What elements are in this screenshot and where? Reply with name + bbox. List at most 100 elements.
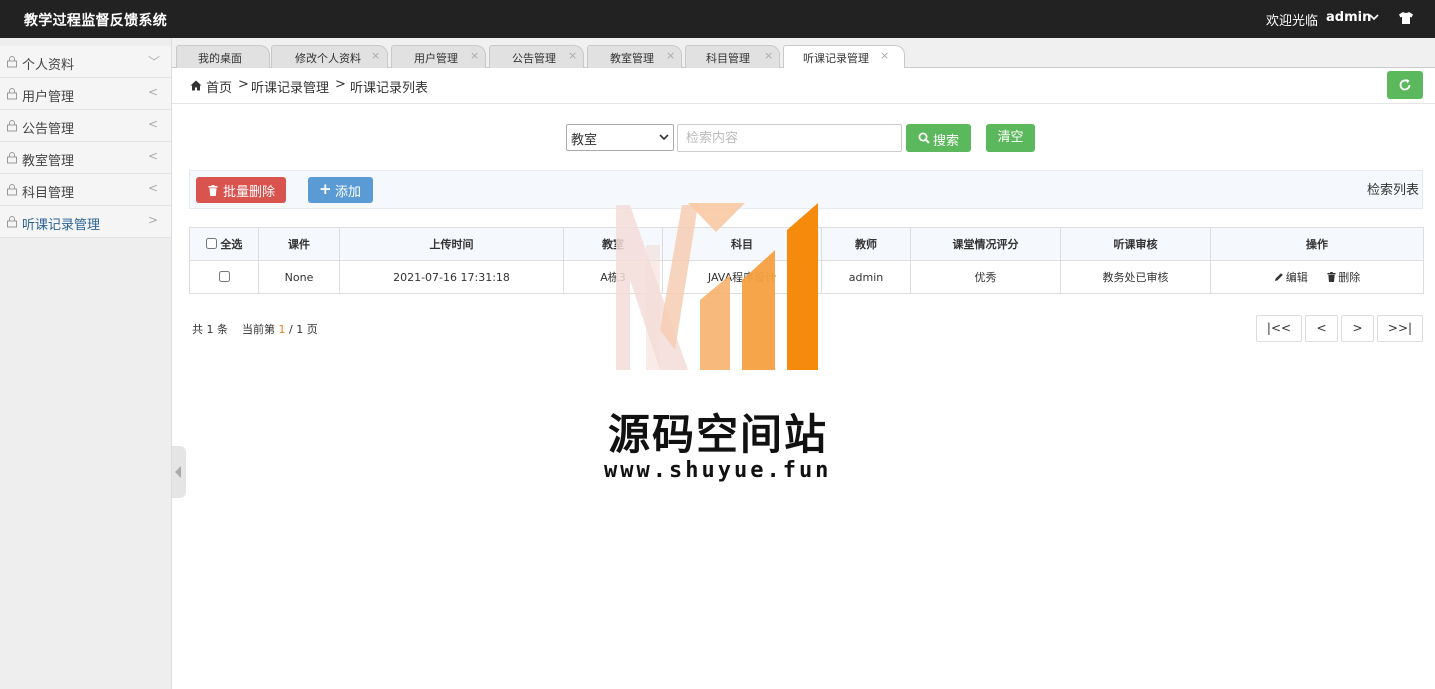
- theme-shirt-icon[interactable]: [1398, 11, 1414, 25]
- lock-icon: [7, 216, 17, 228]
- close-icon[interactable]: ×: [666, 49, 675, 62]
- sidebar-item-users[interactable]: 用户管理 <: [0, 78, 171, 110]
- welcome-text: 欢迎光临: [1266, 14, 1319, 29]
- sidebar-item-profile[interactable]: 个人资料 ﹀: [0, 46, 171, 78]
- last-page-button[interactable]: >>|: [1377, 315, 1423, 342]
- select-all-label: 全选: [220, 238, 243, 251]
- close-icon[interactable]: ×: [568, 49, 577, 62]
- search-input[interactable]: [677, 124, 902, 152]
- plus-icon: +: [319, 180, 332, 198]
- trash-icon: [1327, 272, 1336, 282]
- tab-label: 公告管理: [512, 52, 556, 65]
- breadcrumb-level1[interactable]: 听课记录管理: [251, 77, 329, 96]
- search-button-label: 搜索: [933, 134, 960, 149]
- select-all-checkbox[interactable]: [205, 238, 217, 249]
- sidebar-item-label: 用户管理: [22, 90, 75, 105]
- lock-icon: [7, 88, 17, 100]
- search-icon: [918, 132, 930, 144]
- chevron-left-icon: <: [148, 85, 159, 99]
- score-cell: 优秀: [910, 260, 1061, 294]
- edit-button[interactable]: 编辑: [1274, 269, 1308, 285]
- row-checkbox[interactable]: [218, 270, 230, 282]
- clear-button[interactable]: 清空: [986, 124, 1035, 152]
- page-separator: /: [289, 323, 293, 336]
- sidebar-item-notices[interactable]: 公告管理 <: [0, 110, 171, 142]
- breadcrumb-separator: >: [335, 77, 346, 92]
- chevron-down-icon: [659, 134, 669, 141]
- top-header: 教学过程监督反馈系统 欢迎光临 admin: [0, 0, 1435, 38]
- close-icon[interactable]: ×: [371, 49, 380, 62]
- app-title: 教学过程监督反馈系统: [24, 13, 167, 29]
- sidebar-item-label: 科目管理: [22, 186, 75, 201]
- refresh-icon: [1399, 79, 1411, 91]
- breadcrumb-home[interactable]: 首页: [206, 77, 232, 96]
- watermark: 源码空间站 www.shuyue.fun: [600, 200, 840, 490]
- tab-notices[interactable]: 公告管理 ×: [489, 45, 584, 68]
- next-page-button[interactable]: >: [1341, 315, 1374, 342]
- tab-edit-profile[interactable]: 修改个人资料 ×: [271, 45, 388, 68]
- sidebar-item-label: 教室管理: [22, 154, 75, 169]
- search-list-label: 检索列表: [1367, 183, 1420, 198]
- delete-button[interactable]: 删除: [1327, 269, 1360, 285]
- tab-label: 我的桌面: [198, 52, 242, 65]
- breadcrumb-current: 听课记录列表: [350, 81, 429, 96]
- lock-icon: [7, 56, 17, 68]
- sidebar-item-classrooms[interactable]: 教室管理 <: [0, 142, 171, 174]
- search-field-select[interactable]: 教室: [566, 124, 674, 151]
- chevron-down-icon: ﹀: [148, 55, 161, 69]
- column-header: 操作: [1210, 227, 1424, 261]
- sidebar-item-label: 公告管理: [22, 122, 75, 137]
- lock-icon: [7, 120, 17, 132]
- chevron-down-icon[interactable]: [1368, 11, 1380, 23]
- tab-label: 修改个人资料: [295, 52, 361, 65]
- tab-label: 教室管理: [610, 52, 654, 65]
- sidebar-item-label: 个人资料: [22, 58, 75, 73]
- close-icon[interactable]: ×: [880, 49, 889, 62]
- current-page: 1: [278, 323, 286, 336]
- lock-icon: [7, 184, 17, 196]
- upload-time-cell: 2021-07-16 17:31:18: [339, 260, 564, 294]
- pencil-icon: [1274, 273, 1283, 281]
- tab-label: 用户管理: [414, 52, 458, 65]
- tab-label: 听课记录管理: [803, 52, 869, 65]
- sidebar-item-subjects[interactable]: 科目管理 <: [0, 174, 171, 206]
- total-pages: 1: [296, 323, 304, 336]
- tab-users[interactable]: 用户管理 ×: [391, 45, 486, 68]
- collapse-arrow-icon: [175, 466, 181, 478]
- tab-lecture-records[interactable]: 听课记录管理 ×: [783, 45, 905, 69]
- close-icon[interactable]: ×: [764, 49, 773, 62]
- first-page-button[interactable]: |<<: [1256, 315, 1302, 342]
- current-prefix: 当前第: [242, 323, 275, 336]
- batch-delete-label: 批量删除: [223, 185, 276, 200]
- tab-desktop[interactable]: 我的桌面: [176, 45, 270, 68]
- tab-subjects[interactable]: 科目管理 ×: [685, 45, 780, 68]
- add-button[interactable]: + 添加: [308, 177, 373, 203]
- add-button-label: 添加: [335, 185, 362, 200]
- column-header: 课堂情况评分: [910, 227, 1061, 261]
- trash-icon: [208, 185, 218, 196]
- app-root: 教学过程监督反馈系统 欢迎光临 admin 个人资料 ﹀ 用户管理 < 公告管理…: [0, 0, 1435, 689]
- batch-delete-button[interactable]: 批量删除: [196, 177, 286, 203]
- sidebar-collapse-handle[interactable]: [172, 446, 186, 498]
- watermark-url: www.shuyue.fun: [604, 458, 832, 483]
- prev-page-button[interactable]: <: [1305, 315, 1338, 342]
- pager-info: 共 1 条 当前第 1 / 1 页: [192, 321, 318, 337]
- user-menu[interactable]: admin: [1326, 10, 1371, 25]
- column-header: 上传时间: [339, 227, 564, 261]
- total-suffix: 条: [217, 323, 228, 336]
- column-header: 听课审核: [1060, 227, 1211, 261]
- chevron-right-icon: >: [148, 213, 159, 227]
- watermark-logo: [616, 203, 818, 370]
- tab-classrooms[interactable]: 教室管理 ×: [587, 45, 682, 68]
- sidebar-item-lecture-records[interactable]: 听课记录管理 >: [0, 206, 171, 238]
- sidebar-item-label: 听课记录管理: [22, 218, 101, 233]
- courseware-cell: None: [258, 260, 340, 294]
- review-cell: 教务处已审核: [1060, 260, 1211, 294]
- search-button[interactable]: 搜索: [906, 124, 971, 152]
- page-suffix: 页: [306, 323, 318, 336]
- watermark-title: 源码空间站: [608, 410, 829, 459]
- refresh-button[interactable]: [1387, 71, 1423, 99]
- close-icon[interactable]: ×: [470, 49, 479, 62]
- row-select-cell: [189, 260, 259, 294]
- column-header: 课件: [258, 227, 340, 261]
